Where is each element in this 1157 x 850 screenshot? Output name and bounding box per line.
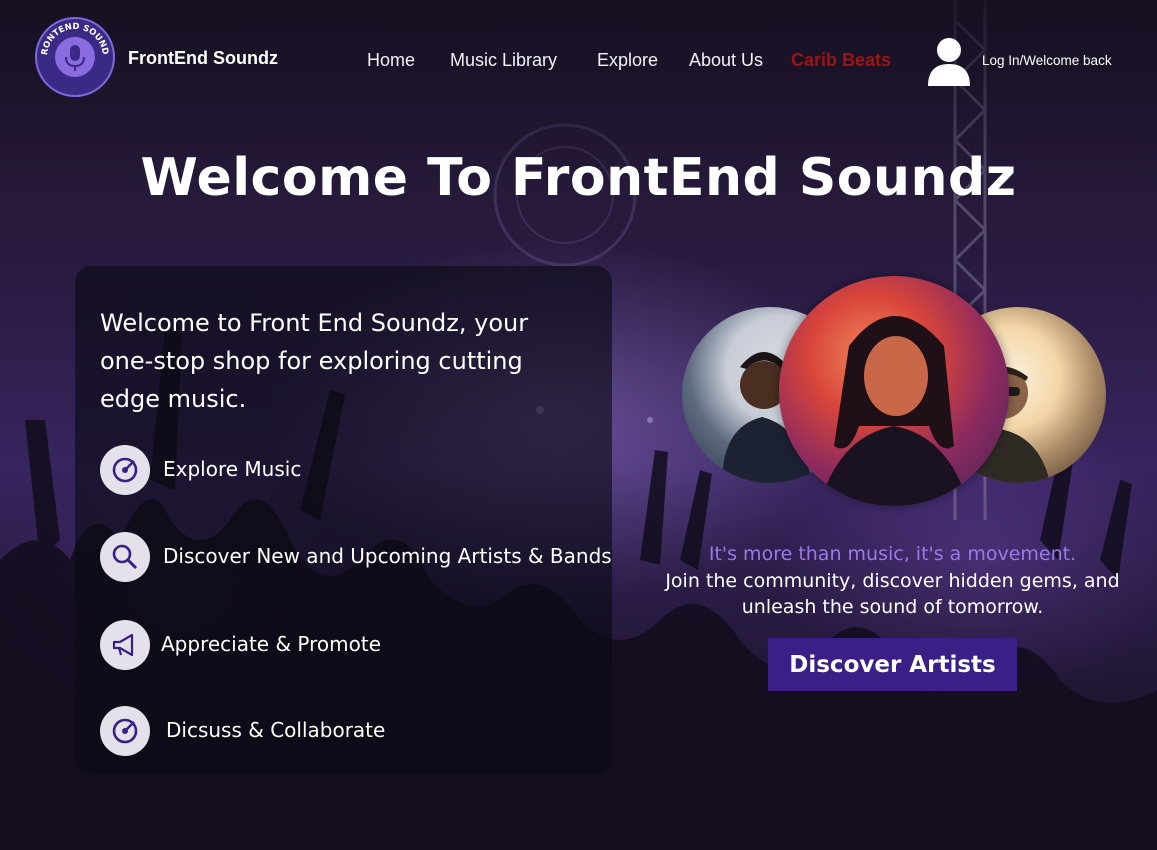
brand-name[interactable]: FrontEnd Soundz	[128, 48, 278, 69]
user-icon[interactable]	[926, 36, 972, 86]
feature-label: Explore Music	[163, 457, 302, 481]
nav-explore[interactable]: Explore	[597, 50, 658, 71]
search-icon	[100, 532, 150, 582]
community-tagline: It's more than music, it's a movement.	[708, 543, 1077, 565]
microphone-icon	[55, 37, 95, 77]
megaphone-icon	[100, 620, 150, 670]
nav-carib-beats[interactable]: Carib Beats	[791, 50, 891, 71]
artist-photo-featured[interactable]	[779, 276, 1009, 506]
nav-music-library[interactable]: Music Library	[450, 50, 557, 71]
vinyl-icon	[100, 445, 150, 495]
intro-text: Welcome to Front End Soundz, your one-st…	[100, 309, 529, 413]
discover-artists-button[interactable]: Discover Artists	[768, 638, 1017, 691]
site-header: FRONTEND SOUNDZ FrontEnd Soundz Home Mus…	[0, 0, 1157, 120]
feature-label: Appreciate & Promote	[161, 632, 382, 656]
nav-about-us[interactable]: About Us	[689, 50, 763, 71]
feature-label: Discover New and Upcoming Artists & Band…	[163, 544, 612, 568]
community-subtext: Join the community, discover hidden gems…	[665, 570, 1120, 618]
vinyl-icon	[100, 706, 150, 756]
nav-home[interactable]: Home	[367, 50, 415, 71]
login-link[interactable]: Log In/Welcome back	[982, 53, 1112, 68]
brand-logo[interactable]: FRONTEND SOUNDZ	[35, 17, 115, 97]
feature-label: Dicsuss & Collaborate	[166, 718, 386, 742]
hero-title: Welcome To FrontEnd Soundz	[140, 148, 1017, 208]
